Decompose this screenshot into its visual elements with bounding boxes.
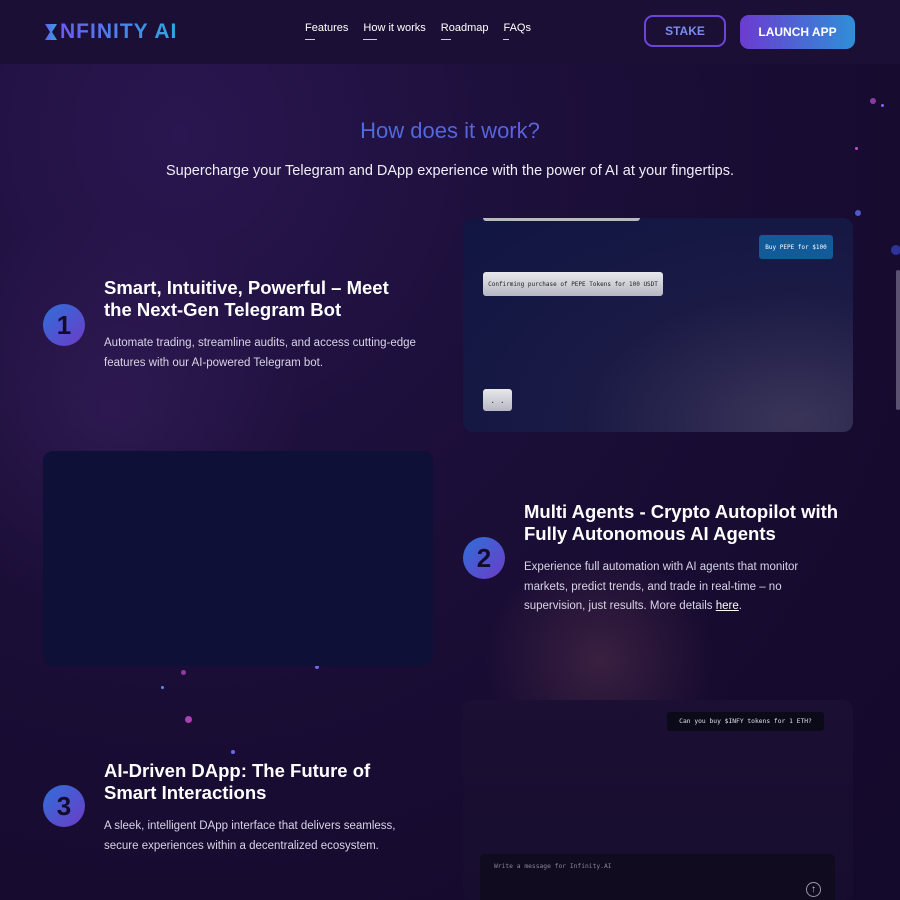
stake-button[interactable]: STAKE <box>644 15 726 47</box>
arrow-up-icon[interactable]: ↑ <box>806 882 821 897</box>
page-scrollbar[interactable] <box>896 270 900 410</box>
multi-agents-preview <box>43 451 433 666</box>
step-title-3: AI-Driven DApp: The Future of Smart Inte… <box>104 760 371 803</box>
step-number-1: 1 <box>43 304 85 346</box>
chat-bubble-partial <box>483 218 640 221</box>
nav-how-it-works[interactable]: How it works <box>363 22 426 40</box>
telegram-bot-preview: Buy PEPE for $100 Confirming purchase of… <box>463 218 853 432</box>
step-number-3: 3 <box>43 785 85 827</box>
infinity-logo-icon <box>45 24 57 40</box>
chat-bot-message: Confirming purchase of PEPE Tokens for 1… <box>483 272 663 296</box>
nav-roadmap[interactable]: Roadmap <box>440 22 488 40</box>
brand-logo[interactable]: NFINITY AI <box>44 20 177 44</box>
dapp-message-input[interactable]: Write a message for Infinity.AI ↑ <box>480 854 835 900</box>
nav-faqs[interactable]: FAQs <box>503 22 531 40</box>
step-title-2: Multi Agents - Crypto Autopilot with Ful… <box>524 501 839 544</box>
step-desc-1: Automate trading, streamline audits, and… <box>104 337 416 369</box>
dapp-user-message: Can you buy $INFY tokens for 1 ETH? <box>667 712 824 731</box>
brand-name: NFINITY AI <box>60 20 178 43</box>
section-title: How does it work? <box>0 118 900 144</box>
main-nav: Features How it works Roadmap FAQs <box>305 22 531 40</box>
step-title-1: Smart, Intuitive, Powerful – Meet the Ne… <box>104 277 389 320</box>
step-desc-3: A sleek, intelligent DApp interface that… <box>104 820 396 852</box>
top-navbar: NFINITY AI Features How it works Roadmap… <box>0 0 900 64</box>
chat-typing-indicator: . . <box>483 389 512 411</box>
dapp-preview: Can you buy $INFY tokens for 1 ETH? Writ… <box>463 700 853 900</box>
dapp-input-placeholder: Write a message for Infinity.AI <box>494 863 612 870</box>
launch-app-button[interactable]: LAUNCH APP <box>740 15 855 49</box>
step-desc-2: Experience full automation with AI agent… <box>524 561 799 612</box>
step-number-2: 2 <box>463 537 505 579</box>
chat-user-message: Buy PEPE for $100 <box>759 235 833 259</box>
more-details-link[interactable]: here <box>716 600 739 612</box>
nav-features[interactable]: Features <box>305 22 348 40</box>
section-subtitle: Supercharge your Telegram and DApp exper… <box>166 163 734 179</box>
